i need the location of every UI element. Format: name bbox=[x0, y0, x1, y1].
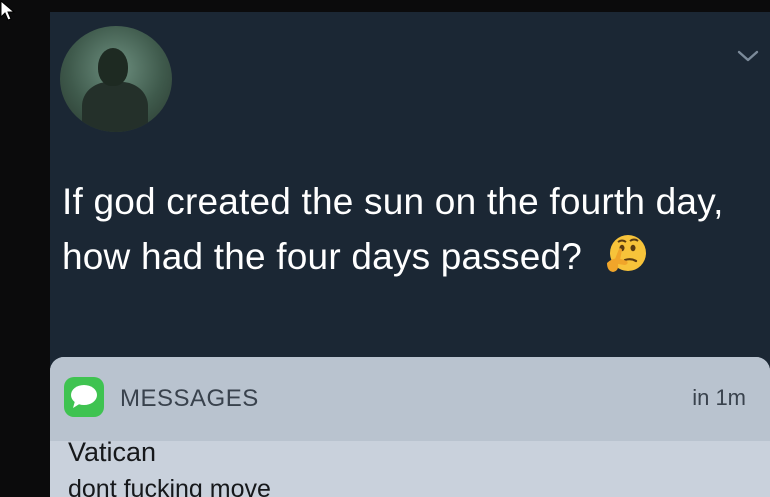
mouse-cursor-icon bbox=[0, 0, 16, 21]
messages-app-icon bbox=[64, 377, 104, 417]
chevron-down-icon[interactable] bbox=[736, 46, 760, 66]
notification-time: in 1m bbox=[692, 385, 746, 410]
message-notification[interactable]: MESSAGES in 1m Vatican dont fucking move bbox=[50, 357, 770, 497]
notification-header: MESSAGES in 1m bbox=[50, 357, 770, 441]
screenshot-frame: If god created the sun on the fourth day… bbox=[0, 0, 770, 497]
avatar-figure-body bbox=[82, 82, 148, 132]
thinking-face-icon bbox=[606, 235, 646, 272]
tweet-text: If god created the sun on the fourth day… bbox=[62, 174, 762, 284]
notification-app-name: MESSAGES bbox=[120, 385, 259, 412]
notification-sender: Vatican bbox=[68, 437, 157, 467]
avatar[interactable] bbox=[60, 26, 172, 132]
avatar-figure-head bbox=[98, 48, 128, 86]
chat-bubble-icon bbox=[71, 385, 97, 408]
